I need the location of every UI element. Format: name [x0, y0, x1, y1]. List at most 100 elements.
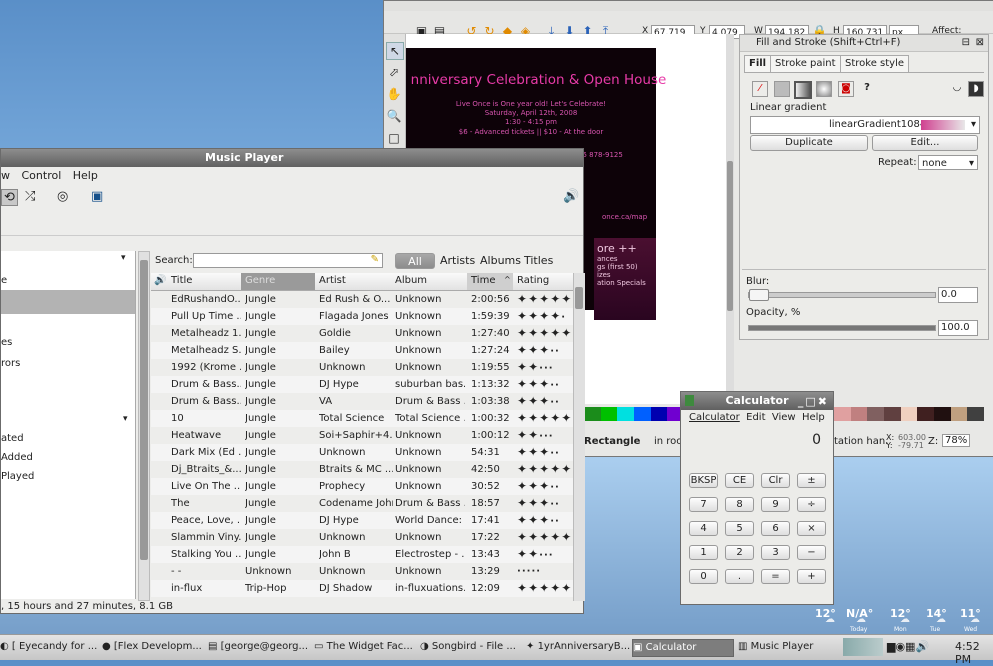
table-row[interactable]: 10 Jungle Total Science Total Science ... 1:…	[151, 410, 573, 427]
filter-titles-button[interactable]: Titles	[524, 253, 553, 269]
palette-swatch[interactable]	[584, 407, 601, 421]
star-filled-icon[interactable]: ✦	[528, 428, 538, 442]
star-filled-icon[interactable]: ✦	[528, 326, 538, 340]
star-filled-icon[interactable]: ✦	[550, 530, 560, 544]
opacity-value[interactable]: 100.0	[938, 320, 978, 336]
table-row[interactable]: Pull Up Time ... Jungle Flagada Jones Unkno…	[151, 308, 573, 325]
unset-paint-icon[interactable]: ?	[860, 81, 874, 95]
star-empty-icon[interactable]: ·	[531, 566, 535, 577]
table-row[interactable]: Drum & Bass... Jungle VA Drum & Bass ... 1:0…	[151, 393, 573, 410]
calc-button[interactable]: ×	[797, 521, 826, 536]
calc-button[interactable]: 6	[761, 521, 790, 536]
calc-button[interactable]: Clr	[761, 473, 790, 488]
star-filled-icon[interactable]: ✦	[539, 581, 549, 595]
star-filled-icon[interactable]: ✦	[561, 411, 571, 425]
star-filled-icon[interactable]: ✦	[517, 445, 527, 459]
track-scroll-thumb[interactable]	[575, 287, 583, 309]
fill-stroke-dialog[interactable]: Fill and Stroke (Shift+Ctrl+F) ⊟ ⊠ Fill …	[739, 34, 989, 340]
column-album[interactable]: Album	[395, 275, 427, 286]
star-filled-icon[interactable]: ✦	[539, 343, 549, 357]
star-empty-icon[interactable]: ·	[555, 448, 559, 459]
rating-stars[interactable]: ✦✦✦✦✦	[517, 291, 573, 309]
track-list-scrollbar[interactable]	[573, 273, 585, 601]
table-row[interactable]: Dj_Btraits_&... Jungle Btraits & MC ... Unk…	[151, 461, 573, 478]
table-row[interactable]: Metalheadz S... Jungle Bailey Unknown 1:27:2…	[151, 342, 573, 359]
star-filled-icon[interactable]: ✦	[517, 326, 527, 340]
rating-stars[interactable]: ✦✦✦✦✦	[517, 580, 573, 598]
star-filled-icon[interactable]: ✦	[517, 360, 527, 374]
taskbar-item[interactable]: ▥ Music Player	[738, 639, 838, 655]
shuffle-icon[interactable]: ⤮	[25, 189, 35, 204]
taskbar-item[interactable]: ▤ [george@georg...	[208, 639, 308, 655]
star-empty-icon[interactable]: ·	[539, 550, 543, 561]
chevron-down-icon[interactable]: ▾	[123, 414, 128, 424]
fill-rule-nonzero-icon[interactable]: ◗	[968, 81, 984, 97]
search-input[interactable]: ✎	[193, 253, 383, 268]
star-filled-icon[interactable]: ✦	[528, 360, 538, 374]
star-filled-icon[interactable]: ✦	[528, 496, 538, 510]
star-empty-icon[interactable]: ·	[544, 363, 548, 374]
star-empty-icon[interactable]: ·	[539, 363, 543, 374]
blur-slider-knob[interactable]	[749, 289, 769, 301]
calc-button[interactable]: .	[725, 569, 754, 584]
rating-stars[interactable]: ✦✦···	[517, 359, 573, 377]
radial-gradient-icon[interactable]	[816, 81, 832, 97]
table-row[interactable]: Metalheadz 1... Jungle Goldie Unknown 1:27:4…	[151, 325, 573, 342]
star-filled-icon[interactable]: ✦	[517, 581, 527, 595]
tab-stroke-style[interactable]: Stroke style	[840, 55, 910, 72]
chevron-down-icon[interactable]: ▾	[121, 253, 126, 263]
repeat-icon[interactable]: ⟲	[1, 189, 18, 206]
column-title[interactable]: Title	[171, 275, 192, 286]
rating-stars[interactable]: ✦✦✦✦✦	[517, 325, 573, 343]
blur-value[interactable]: 0.0	[938, 287, 978, 303]
star-filled-icon[interactable]: ✦	[539, 309, 549, 323]
table-row[interactable]: Heatwave Jungle Soi+Saphir+4... Unknown 1:00…	[151, 427, 573, 444]
sidebar-item-selected[interactable]	[1, 290, 135, 314]
calc-button[interactable]: 9	[761, 497, 790, 512]
star-empty-icon[interactable]: ·	[561, 312, 565, 323]
star-empty-icon[interactable]: ·	[549, 363, 553, 374]
window-controls-icon[interactable]: _□✖	[798, 393, 829, 411]
star-filled-icon[interactable]: ✦	[539, 496, 549, 510]
flat-color-icon[interactable]	[774, 81, 790, 97]
menu-calculator[interactable]: Calculator	[689, 412, 740, 423]
calc-button[interactable]: 4	[689, 521, 718, 536]
rating-stars[interactable]: ✦✦✦··	[517, 444, 573, 462]
canvas-scroll-thumb[interactable]	[727, 161, 733, 311]
table-row[interactable]: EdRushandO... Jungle Ed Rush & O... Unknown…	[151, 291, 573, 308]
star-filled-icon[interactable]: ✦	[539, 513, 549, 527]
star-empty-icon[interactable]: ·	[536, 566, 540, 577]
star-empty-icon[interactable]: ·	[555, 346, 559, 357]
opacity-slider[interactable]	[748, 325, 936, 331]
rating-stars[interactable]: ✦✦✦··	[517, 478, 573, 496]
star-filled-icon[interactable]: ✦	[550, 309, 560, 323]
calc-button[interactable]: 3	[761, 545, 790, 560]
sidebar-item[interactable]: Added	[1, 452, 33, 463]
star-filled-icon[interactable]: ✦	[539, 326, 549, 340]
palette-swatch[interactable]	[634, 407, 651, 421]
star-empty-icon[interactable]: ·	[527, 566, 531, 577]
selector-tool-icon[interactable]: ↖	[386, 42, 404, 60]
library-sidebar[interactable]: ▾ e es rors ▾ ated Added Played	[1, 251, 136, 599]
star-filled-icon[interactable]: ✦	[528, 292, 538, 306]
calc-button[interactable]: ÷	[797, 497, 826, 512]
calc-button[interactable]: −	[797, 545, 826, 560]
star-empty-icon[interactable]: ·	[555, 516, 559, 527]
filter-albums-button[interactable]: Albums	[480, 253, 521, 269]
star-filled-icon[interactable]: ✦	[561, 462, 571, 476]
palette-swatch[interactable]	[600, 407, 618, 421]
star-empty-icon[interactable]: ·	[549, 550, 553, 561]
linear-gradient-icon[interactable]	[794, 81, 812, 99]
star-filled-icon[interactable]: ✦	[550, 581, 560, 595]
zoom-field[interactable]: 78%	[942, 434, 971, 447]
star-empty-icon[interactable]: ·	[555, 397, 559, 408]
star-empty-icon[interactable]: ·	[550, 397, 554, 408]
table-row[interactable]: The Jungle Codename JohnDrum & Bass ... 18:…	[151, 495, 573, 512]
star-filled-icon[interactable]: ✦	[528, 377, 538, 391]
star-filled-icon[interactable]: ✦	[539, 377, 549, 391]
star-filled-icon[interactable]: ✦	[539, 462, 549, 476]
star-empty-icon[interactable]: ·	[555, 499, 559, 510]
no-paint-icon[interactable]: ⁄	[752, 81, 768, 97]
menu-view[interactable]: View	[772, 412, 796, 423]
menu-view[interactable]: w	[1, 169, 10, 182]
